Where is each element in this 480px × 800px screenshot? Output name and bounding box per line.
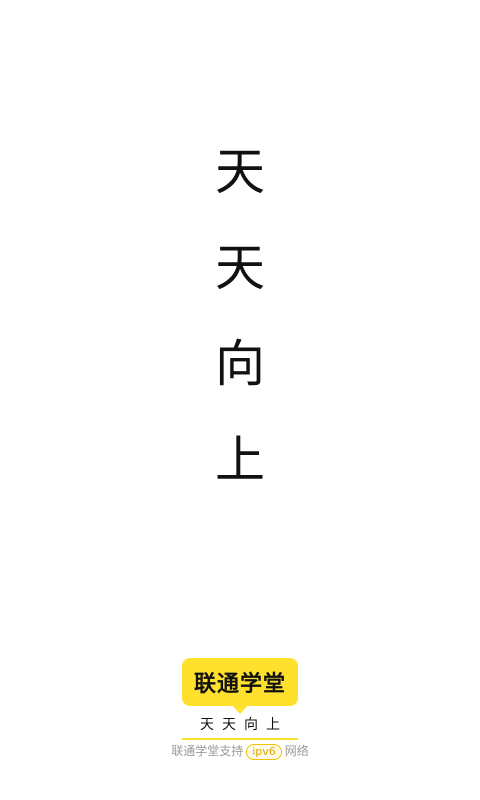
network-support-note: 联通学堂支持 ipv6 网络 — [0, 742, 480, 760]
support-prefix: 联通学堂支持 — [171, 744, 244, 758]
support-suffix: 网络 — [284, 744, 309, 758]
splash-screen: 天 天 向 上 联通学堂 天天向上 联通学堂支持 ipv6 网络 — [0, 0, 480, 800]
slogan-char: 上 — [215, 431, 265, 489]
ipv6-badge: ipv6 — [246, 744, 282, 760]
slogan-char: 天 — [215, 143, 265, 201]
brand-name: 联通学堂 — [193, 671, 286, 697]
brand-tagline: 天天向上 — [182, 716, 298, 740]
brand-badge: 联通学堂 — [182, 658, 298, 714]
slogan-char: 天 — [215, 239, 265, 297]
slogan-vertical: 天 天 向 上 — [0, 140, 480, 490]
slogan-char: 向 — [215, 335, 265, 393]
brand-logo: 联通学堂 天天向上 — [182, 658, 300, 740]
